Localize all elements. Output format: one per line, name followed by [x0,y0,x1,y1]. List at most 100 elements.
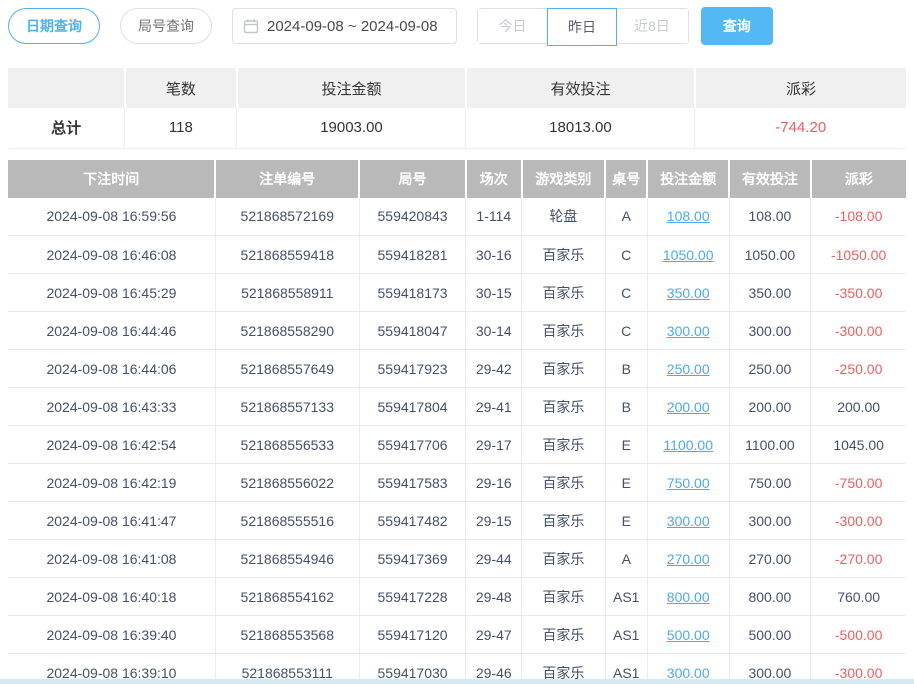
table-row: 2024-09-08 16:42:19521868556022559417583… [8,464,906,502]
cell-round-no: 559417706 [359,426,466,464]
cell-bet-amount: 300.00 [647,502,729,540]
cell-bet-amount: 300.00 [647,312,729,350]
cell-payout: -1050.00 [811,236,906,274]
cell-round-no: 559417482 [359,502,466,540]
bet-amount-link[interactable]: 300.00 [667,513,710,529]
cell-table-no: E [605,426,647,464]
cell-round-no: 559418047 [359,312,466,350]
date-query-tab[interactable]: 日期查询 [8,8,100,44]
bet-amount-link[interactable]: 250.00 [667,361,710,377]
cell-bet-time: 2024-09-08 16:39:40 [8,616,215,654]
calendar-icon [243,18,259,34]
cell-payout: -250.00 [811,350,906,388]
cell-session: 29-15 [466,502,522,540]
cell-table-no: C [605,236,647,274]
bet-amount-link[interactable]: 350.00 [667,285,710,301]
cell-valid-bet: 750.00 [729,464,811,502]
cell-bet-time: 2024-09-08 16:45:29 [8,274,215,312]
search-button[interactable]: 查询 [701,7,773,45]
cell-bet-amount: 1050.00 [647,236,729,274]
summary-total-label: 总计 [8,108,125,148]
column-header-valid-bet: 有效投注 [729,160,811,198]
table-row: 2024-09-08 16:39:40521868553568559417120… [8,616,906,654]
summary-header-bet-amount: 投注金额 [237,68,466,108]
bet-amount-link[interactable]: 108.00 [667,208,710,224]
cell-order-no: 521868554162 [215,578,359,616]
cell-game-type: 轮盘 [522,198,606,236]
cell-round-no: 559418281 [359,236,466,274]
bet-records-table: 下注时间注单编号局号场次游戏类别桌号投注金额有效投注派彩 2024-09-08 … [8,160,906,684]
cell-order-no: 521868559418 [215,236,359,274]
cell-bet-time: 2024-09-08 16:42:19 [8,464,215,502]
cell-bet-amount: 500.00 [647,616,729,654]
cell-bet-amount: 750.00 [647,464,729,502]
cell-session: 1-114 [466,198,522,236]
round-query-tab[interactable]: 局号查询 [120,8,212,44]
cell-table-no: C [605,274,647,312]
cell-bet-time: 2024-09-08 16:44:06 [8,350,215,388]
cell-payout: 760.00 [811,578,906,616]
quick-range-yesterday[interactable]: 昨日 [547,8,617,46]
cell-round-no: 559417923 [359,350,466,388]
column-header-bet-amount: 投注金额 [647,160,729,198]
cell-valid-bet: 1100.00 [729,426,811,464]
table-row: 2024-09-08 16:43:33521868557133559417804… [8,388,906,426]
summary-bet-amount-value: 19003.00 [237,108,466,148]
quick-range-today[interactable]: 今日 [478,9,548,43]
bet-amount-link[interactable]: 300.00 [667,323,710,339]
date-range-input[interactable]: 2024-09-08 ~ 2024-09-08 [232,8,457,44]
summary-header-row: 笔数 投注金额 有效投注 派彩 [8,68,906,108]
cell-round-no: 559417228 [359,578,466,616]
cell-order-no: 521868557133 [215,388,359,426]
cell-bet-time: 2024-09-08 16:42:54 [8,426,215,464]
cell-game-type: 百家乐 [522,426,606,464]
summary-header-payout: 派彩 [695,68,906,108]
cell-round-no: 559418173 [359,274,466,312]
column-header-session: 场次 [466,160,522,198]
cell-order-no: 521868554946 [215,540,359,578]
table-row: 2024-09-08 16:40:18521868554162559417228… [8,578,906,616]
bet-amount-link[interactable]: 200.00 [667,399,710,415]
cell-payout: -750.00 [811,464,906,502]
summary-total-row: 总计 118 19003.00 18013.00 -744.20 [8,108,906,148]
cell-payout: 1045.00 [811,426,906,464]
table-row: 2024-09-08 16:45:29521868558911559418173… [8,274,906,312]
summary-header-valid-bet: 有效投注 [466,68,695,108]
cell-table-no: E [605,464,647,502]
table-row: 2024-09-08 16:42:54521868556533559417706… [8,426,906,464]
date-range-value: 2024-09-08 ~ 2024-09-08 [267,18,438,35]
bet-amount-link[interactable]: 750.00 [667,475,710,491]
cell-valid-bet: 350.00 [729,274,811,312]
cell-game-type: 百家乐 [522,540,606,578]
cell-table-no: B [605,350,647,388]
bet-amount-link[interactable]: 800.00 [667,589,710,605]
bet-amount-link[interactable]: 1100.00 [663,437,713,453]
bet-amount-link[interactable]: 1050.00 [663,247,714,263]
cell-game-type: 百家乐 [522,350,606,388]
bet-table-body: 2024-09-08 16:59:56521868572169559420843… [8,198,906,684]
bet-amount-link[interactable]: 270.00 [667,551,710,567]
summary-payout-value: -744.20 [695,108,906,148]
cell-bet-time: 2024-09-08 16:44:46 [8,312,215,350]
cell-bet-time: 2024-09-08 16:43:33 [8,388,215,426]
cell-valid-bet: 108.00 [729,198,811,236]
bet-amount-link[interactable]: 500.00 [667,627,710,643]
cell-bet-time: 2024-09-08 16:41:08 [8,540,215,578]
cell-game-type: 百家乐 [522,236,606,274]
quick-range-last8days[interactable]: 近8日 [616,9,688,43]
table-row: 2024-09-08 16:41:08521868554946559417369… [8,540,906,578]
cell-bet-amount: 250.00 [647,350,729,388]
column-header-order-no: 注单编号 [215,160,359,198]
summary-table: 笔数 投注金额 有效投注 派彩 总计 118 19003.00 18013.00… [8,68,906,149]
cell-game-type: 百家乐 [522,464,606,502]
cell-session: 30-14 [466,312,522,350]
cell-order-no: 521868558290 [215,312,359,350]
table-row: 2024-09-08 16:59:56521868572169559420843… [8,198,906,236]
cell-session: 30-16 [466,236,522,274]
cell-order-no: 521868553568 [215,616,359,654]
cell-game-type: 百家乐 [522,578,606,616]
cell-game-type: 百家乐 [522,388,606,426]
table-row: 2024-09-08 16:41:47521868555516559417482… [8,502,906,540]
column-header-round-no: 局号 [359,160,466,198]
cell-bet-amount: 800.00 [647,578,729,616]
